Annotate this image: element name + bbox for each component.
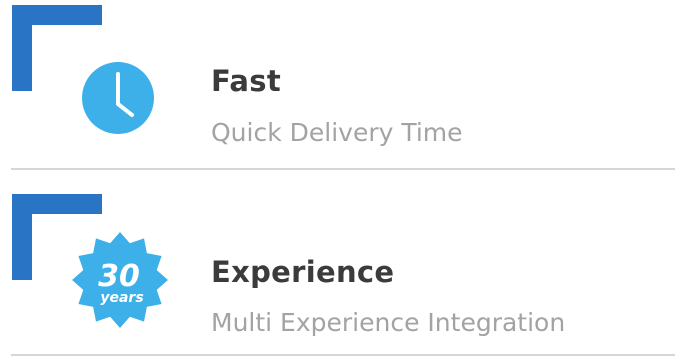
badge-label: years xyxy=(100,290,143,306)
clock-icon xyxy=(80,60,156,136)
feature-subtitle: Quick Delivery Time xyxy=(211,118,463,147)
years-badge-icon: 30 years xyxy=(70,230,170,330)
feature-subtitle: Multi Experience Integration xyxy=(211,308,566,337)
feature-experience: 30 years Experience Multi Experience Int… xyxy=(0,172,676,358)
divider xyxy=(11,354,675,356)
corner-accent-vertical xyxy=(12,194,32,280)
feature-title: Fast xyxy=(211,64,282,98)
corner-accent-vertical xyxy=(12,5,32,91)
badge-number: 30 xyxy=(98,259,140,294)
divider xyxy=(11,168,675,170)
feature-fast: Fast Quick Delivery Time xyxy=(0,0,676,172)
feature-title: Experience xyxy=(211,255,395,289)
